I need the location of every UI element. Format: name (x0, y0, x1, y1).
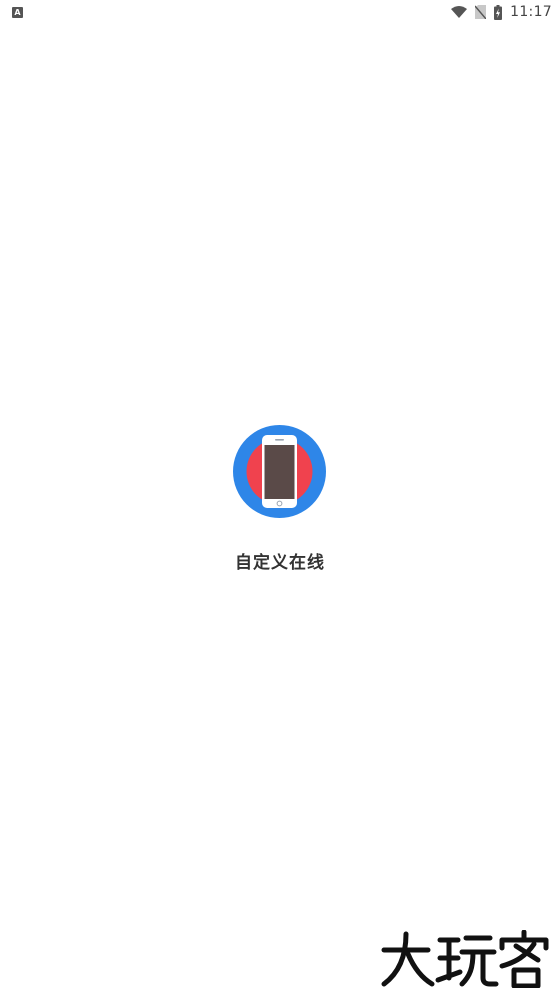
app-name: 自定义在线 (235, 553, 325, 573)
watermark-logo (381, 930, 549, 988)
battery-charging-icon (494, 4, 503, 20)
wifi-icon (451, 6, 468, 18)
status-left: A (12, 6, 23, 18)
status-right: 11:17 (451, 4, 552, 20)
status-time: 11:17 (510, 4, 552, 20)
splash-screen: A 11:17 自定义在线 (0, 0, 560, 998)
app-logo-phone-icon (233, 425, 326, 518)
status-bar: A 11:17 (0, 0, 560, 24)
notification-a-icon: A (12, 6, 23, 18)
no-sim-icon (475, 5, 487, 19)
